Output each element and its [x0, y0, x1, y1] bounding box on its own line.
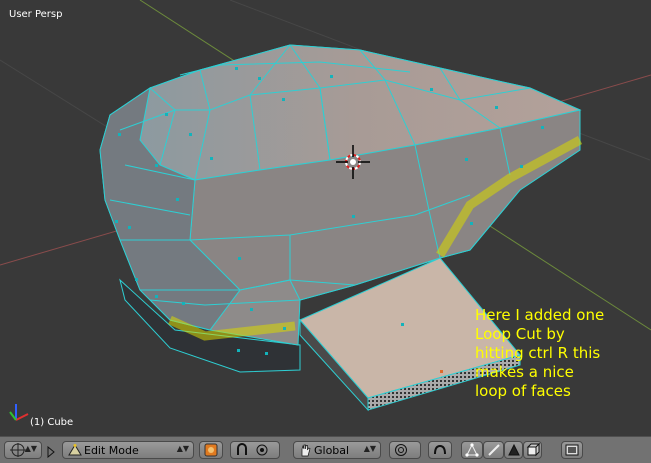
- vertex-select-button[interactable]: [461, 441, 483, 459]
- orientation-label: Global: [314, 443, 350, 457]
- 3d-viewport[interactable]: User Persp (1) Cube Here I added one Loo…: [0, 0, 651, 436]
- 3d-view-header: ▲▼ Edit Mode ▲▼ Global ▲▼: [0, 436, 651, 463]
- vertex-select-icon: [462, 443, 479, 457]
- active-object-label: (1) Cube: [30, 417, 74, 428]
- edge-select-icon: [484, 443, 501, 457]
- viewport-shading-button[interactable]: [199, 441, 223, 459]
- edge-select-button[interactable]: [483, 441, 504, 459]
- face-select-button[interactable]: [504, 441, 523, 459]
- pivot-icon: [231, 443, 249, 457]
- render-image-button[interactable]: [561, 441, 583, 459]
- editor-type-button[interactable]: ▲▼: [4, 441, 42, 459]
- shading-sphere-icon: [200, 443, 218, 457]
- occlude-geometry-button[interactable]: [523, 441, 542, 459]
- transform-orientation-select[interactable]: Global ▲▼: [293, 441, 381, 459]
- snap-magnet-icon: [429, 443, 447, 457]
- chevron-down-icon: ▲▼: [24, 444, 37, 453]
- occlude-geometry-icon: [524, 443, 540, 457]
- mode-select[interactable]: Edit Mode ▲▼: [62, 441, 194, 459]
- mode-label: Edit Mode: [84, 443, 139, 457]
- proportional-edit-icon: [390, 443, 408, 457]
- annotation-text: Here I added one Loop Cut by hitting ctr…: [475, 306, 605, 400]
- chevron-down-icon: ▲▼: [176, 444, 189, 453]
- editor-type-icon: [5, 443, 26, 457]
- pivot-point-button[interactable]: [230, 441, 280, 459]
- view-name-label: User Persp: [9, 9, 63, 20]
- expand-triangle-icon[interactable]: [47, 443, 55, 462]
- manipulator-hand-icon: [249, 443, 269, 457]
- face-select-icon: [505, 443, 521, 457]
- hand-icon: [294, 443, 312, 457]
- render-image-icon: [562, 443, 579, 457]
- axis-gizmo-icon: [9, 404, 29, 421]
- snap-button[interactable]: [428, 441, 452, 459]
- proportional-editing-button[interactable]: [389, 441, 421, 459]
- mode-triangle-icon: [63, 444, 82, 456]
- chevron-down-icon: ▲▼: [363, 444, 376, 453]
